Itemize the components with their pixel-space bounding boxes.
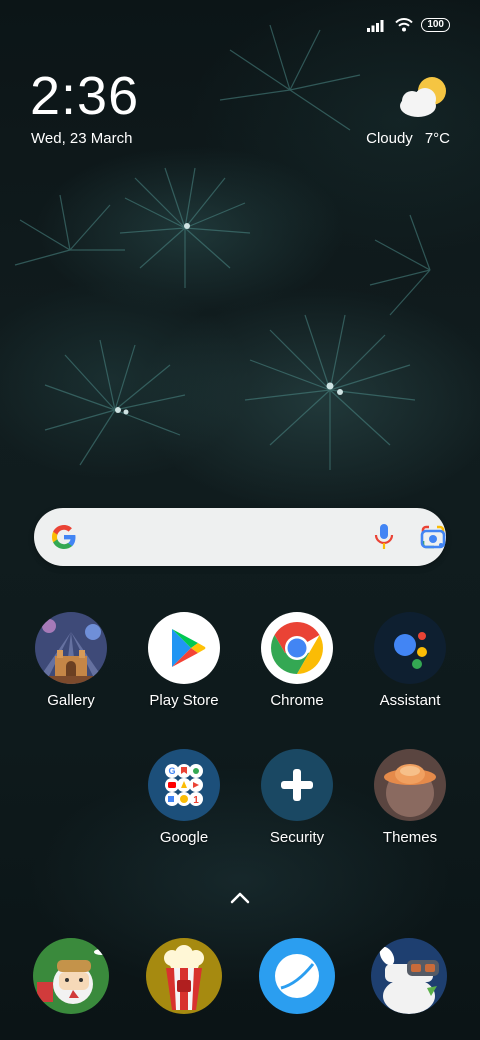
app-label: Play Store xyxy=(149,692,219,709)
microphone-icon[interactable] xyxy=(374,523,394,551)
weather-condition: Cloudy xyxy=(366,130,413,147)
assistant-icon xyxy=(374,612,446,684)
mi-explorer-icon[interactable] xyxy=(371,938,447,1014)
app-security[interactable]: Security xyxy=(241,749,353,846)
app-play-store[interactable]: Play Store xyxy=(128,612,240,709)
mi-video-icon[interactable] xyxy=(146,938,222,1014)
app-label: Themes xyxy=(382,829,438,846)
app-label: Security xyxy=(269,829,325,846)
play-store-icon xyxy=(148,612,220,684)
weather-temperature: 7°C xyxy=(424,130,450,147)
google-lens-icon[interactable] xyxy=(420,524,446,550)
clock-date[interactable]: Wed, 23 March xyxy=(31,130,132,147)
app-gallery[interactable]: Gallery xyxy=(15,612,127,709)
app-label: Assistant xyxy=(379,692,441,709)
google-search-bar[interactable] xyxy=(34,508,446,566)
chevron-up-icon[interactable] xyxy=(229,890,251,906)
mi-community-icon[interactable] xyxy=(33,938,109,1014)
security-icon xyxy=(261,749,333,821)
app-label: Google xyxy=(159,829,209,846)
google-folder-icon: G 1 xyxy=(148,749,220,821)
wifi-icon xyxy=(395,18,414,32)
svg-text:G: G xyxy=(168,766,175,776)
app-label: Chrome xyxy=(270,692,324,709)
battery-icon: 100 xyxy=(421,18,450,32)
clock-time[interactable]: 2:36 xyxy=(30,66,139,126)
partly-cloudy-icon[interactable] xyxy=(396,74,450,120)
app-chrome[interactable]: Chrome xyxy=(241,612,353,709)
themes-icon xyxy=(374,749,446,821)
gallery-icon xyxy=(35,612,107,684)
signal-icon xyxy=(367,20,384,32)
app-assistant[interactable]: Assistant xyxy=(354,612,466,709)
app-label: Gallery xyxy=(47,692,95,709)
status-bar: 100 xyxy=(367,18,450,32)
mi-browser-icon[interactable] xyxy=(259,938,335,1014)
weather-widget[interactable]: Cloudy 7°C xyxy=(366,130,450,147)
svg-text:1: 1 xyxy=(193,795,199,806)
chrome-icon xyxy=(261,612,333,684)
google-g-icon[interactable] xyxy=(50,523,78,551)
app-themes[interactable]: Themes xyxy=(354,749,466,846)
folder-google[interactable]: G 1 Google xyxy=(128,749,240,846)
